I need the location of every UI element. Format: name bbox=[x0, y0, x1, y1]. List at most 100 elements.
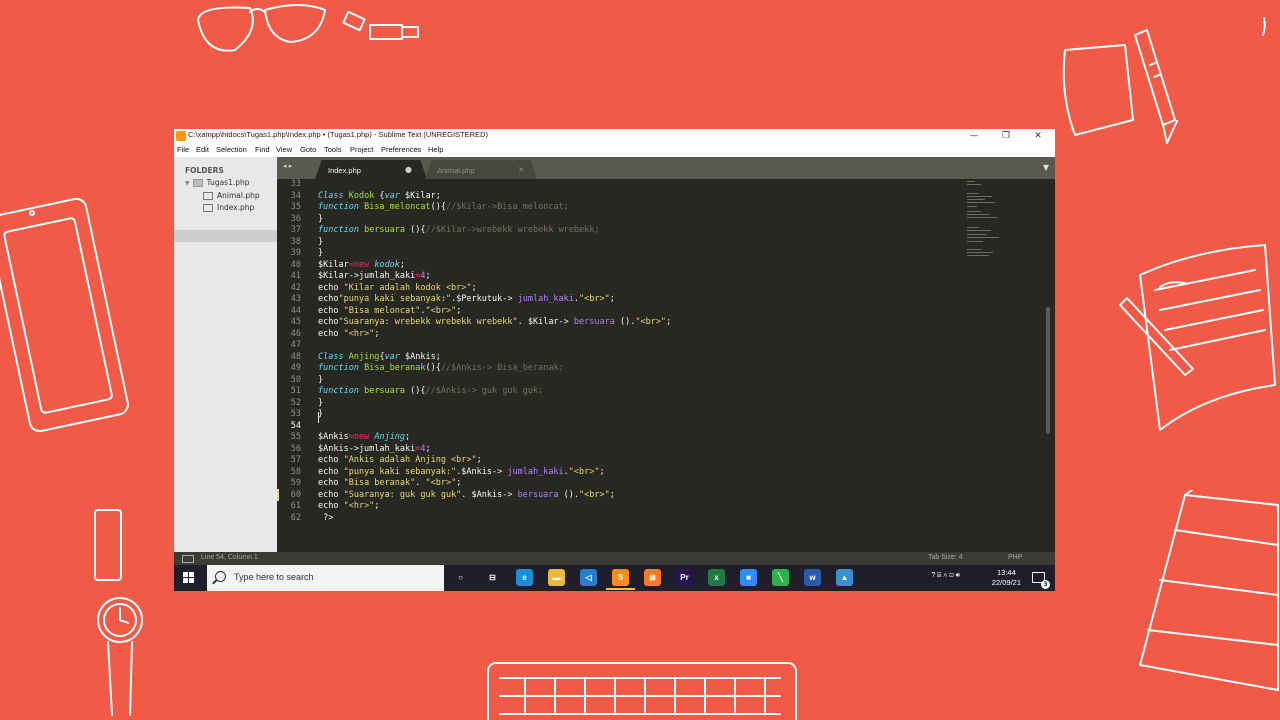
code-editor[interactable]: 33 34 35 36 37 38 39 40 41 42 43 44 45 46 47 48 49 50 51 52… bbox=[277, 179, 1055, 552]
keyboard-doodle bbox=[487, 662, 797, 720]
unsaved-dot-icon[interactable]: ● bbox=[405, 165, 412, 174]
line-number: 37 bbox=[290, 225, 301, 235]
tab-animal-php[interactable]: Animal.php × bbox=[425, 160, 537, 179]
disclosure-arrow-icon[interactable]: ▼ bbox=[185, 180, 190, 187]
minimap[interactable] bbox=[967, 179, 1037, 279]
menu-project[interactable]: Project bbox=[350, 145, 373, 154]
taskbar-search[interactable]: Type here to search bbox=[207, 565, 444, 591]
sidebar-file-index[interactable]: Index.php bbox=[203, 203, 254, 212]
close-button[interactable]: ✕ bbox=[1021, 129, 1055, 143]
line-number: 55 bbox=[290, 432, 301, 442]
line-number: 44 bbox=[290, 305, 301, 316]
line-number: 61 bbox=[290, 501, 301, 511]
code-line: Class Kodok {var $Kilar; bbox=[318, 190, 441, 201]
tab-label: Index.php bbox=[328, 166, 361, 175]
menu-preferences[interactable]: Preferences bbox=[381, 145, 421, 154]
menu-find[interactable]: Find bbox=[255, 145, 270, 154]
code-line: Class Anjing{var $Ankis; bbox=[318, 351, 441, 362]
sidebar: FOLDERS ▼ Tugas1.php Animal.php Index.php bbox=[174, 157, 277, 552]
code-line: $Kilar->jumlah_kaki=4; bbox=[318, 271, 431, 281]
notification-count: 3 bbox=[1041, 580, 1050, 589]
tab-dropdown-icon[interactable]: ▼ bbox=[1043, 163, 1049, 172]
watch-doodle bbox=[94, 509, 143, 716]
sidebar-file-label: Index.php bbox=[217, 203, 255, 212]
line-number: 34 bbox=[290, 190, 301, 201]
vscode-icon[interactable]: ◁ bbox=[580, 569, 597, 586]
sublime-text-icon[interactable]: S bbox=[606, 569, 635, 590]
code-line: function Bisa_beranak(){//$Ankis-> Bisa_… bbox=[318, 363, 564, 373]
excel-icon[interactable]: x bbox=[708, 569, 725, 586]
line-number-gutter: 33 34 35 36 37 38 39 40 41 42 43 44 45 46 47 48 49 50 51 52… bbox=[277, 179, 307, 552]
sidebar-heading: FOLDERS bbox=[185, 166, 224, 175]
line-number: 62 bbox=[290, 512, 301, 523]
line-number: 58 bbox=[290, 466, 301, 477]
code-line: } bbox=[318, 213, 324, 224]
code-line: } bbox=[318, 248, 324, 258]
menu-selection[interactable]: Selection bbox=[216, 145, 247, 154]
code-line: echo"Suaranya: wrebekk wrebekk wrebekk".… bbox=[318, 317, 672, 327]
sidebar-file-label: Animal.php bbox=[217, 191, 260, 200]
line-number: 42 bbox=[290, 282, 301, 293]
vertical-scrollbar[interactable] bbox=[1046, 307, 1050, 434]
line-number: 48 bbox=[290, 351, 301, 362]
widgets-icon[interactable]: ⊟ bbox=[484, 569, 501, 586]
system-tray-icons[interactable]: ? ⌸ ∧ ⊡ 🔊︎ bbox=[931, 572, 960, 580]
green-app-icon[interactable]: ╲ bbox=[772, 569, 789, 586]
code-line: function Bisa_meloncat(){//$Kilar->Bisa_… bbox=[318, 202, 569, 212]
tab-index-php[interactable]: Index.php ● bbox=[315, 160, 427, 179]
windows-start-icon[interactable] bbox=[183, 572, 195, 584]
code-line: $Ankis=new Anjing; bbox=[318, 432, 411, 442]
xampp-icon[interactable]: ⊠ bbox=[644, 569, 661, 586]
tab-close-icon[interactable]: × bbox=[518, 165, 525, 174]
line-number: 60 bbox=[290, 489, 301, 500]
line-number: 41 bbox=[290, 271, 301, 281]
tab-bar: ◂ ▸ Index.php ● Animal.php × ▼ bbox=[277, 157, 1055, 179]
search-placeholder: Type here to search bbox=[234, 572, 314, 582]
line-number: 51 bbox=[290, 386, 301, 396]
edge-icon[interactable]: e bbox=[516, 569, 533, 586]
tab-size[interactable]: Tab Size: 4 bbox=[928, 554, 963, 561]
search-icon bbox=[215, 571, 226, 582]
taskbar-clock[interactable]: 13:44 22/09/21 bbox=[992, 568, 1021, 588]
sidebar-folder-tugas1[interactable]: ▼ Tugas1.php bbox=[185, 178, 250, 187]
notification-center-icon[interactable]: 3 bbox=[1032, 572, 1050, 589]
menu-goto[interactable]: Goto bbox=[300, 145, 316, 154]
sidebar-file-animal[interactable]: Animal.php bbox=[203, 191, 260, 200]
code-line: echo"punya kaki sebanyak:".$Perkutuk-> j… bbox=[318, 294, 615, 304]
task-view-icon[interactable]: ○ bbox=[452, 569, 469, 586]
line-number: 49 bbox=[290, 363, 301, 373]
tablet-doodle bbox=[0, 197, 129, 433]
sublime-app-icon bbox=[176, 131, 186, 141]
menu-file[interactable]: File bbox=[177, 145, 189, 154]
file-explorer-icon[interactable]: ▬ bbox=[548, 569, 565, 586]
line-number: 40 bbox=[290, 259, 301, 270]
code-line: echo "<hr>"; bbox=[318, 501, 380, 511]
menu-view[interactable]: View bbox=[276, 145, 292, 154]
word-icon[interactable]: w bbox=[804, 569, 821, 586]
code-line: echo "Bisa beranak". "<br>"; bbox=[318, 478, 462, 488]
code-line: echo "punya kaki sebanyak:".$Ankis-> jum… bbox=[318, 466, 605, 477]
zoom-icon[interactable]: ■ bbox=[740, 569, 757, 586]
notebook-doodle bbox=[1119, 244, 1276, 431]
line-number: 36 bbox=[290, 213, 301, 224]
tab-label: Animal.php bbox=[437, 166, 475, 175]
menu-edit[interactable]: Edit bbox=[196, 145, 209, 154]
status-bar: Line 54, Column 1 Tab Size: 4 PHP bbox=[174, 552, 1055, 565]
line-number: 59 bbox=[290, 478, 301, 488]
panel-toggle-icon[interactable] bbox=[182, 555, 194, 563]
photos-icon[interactable]: ▲ bbox=[836, 569, 853, 586]
line-number: 53 bbox=[290, 409, 301, 419]
code-line: $Kilar=new kodok; bbox=[318, 259, 406, 270]
code-line: } bbox=[318, 397, 324, 408]
maximize-button[interactable]: ❐ bbox=[989, 129, 1023, 143]
line-number: 56 bbox=[290, 443, 301, 454]
premiere-icon[interactable]: Pr bbox=[676, 569, 693, 586]
syntax-mode[interactable]: PHP bbox=[1008, 554, 1022, 561]
menu-help[interactable]: Help bbox=[428, 145, 443, 154]
menu-tools[interactable]: Tools bbox=[324, 145, 342, 154]
tab-nav-arrows[interactable]: ◂ ▸ bbox=[283, 162, 292, 170]
line-number: 38 bbox=[290, 236, 301, 247]
line-number: 46 bbox=[290, 328, 301, 339]
code-line: } bbox=[318, 236, 324, 247]
minimize-button[interactable]: — bbox=[957, 129, 991, 143]
